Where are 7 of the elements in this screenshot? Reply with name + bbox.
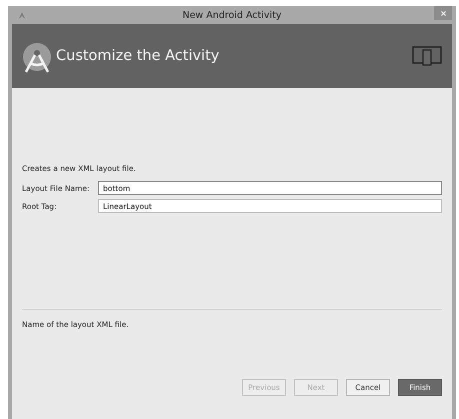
compass-logo-icon bbox=[22, 43, 52, 73]
header-title: Customize the Activity bbox=[56, 48, 220, 64]
devices-icon bbox=[412, 46, 442, 66]
close-button[interactable] bbox=[434, 6, 452, 20]
app-icon bbox=[18, 11, 26, 19]
window-title: New Android Activity bbox=[182, 10, 282, 20]
close-icon bbox=[440, 10, 446, 16]
